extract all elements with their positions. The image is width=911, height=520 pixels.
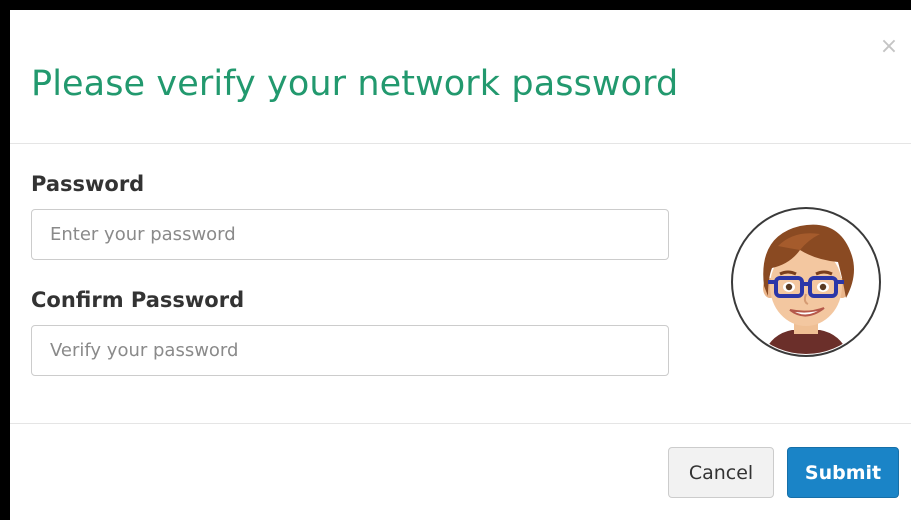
password-input[interactable] <box>31 209 669 260</box>
avatar <box>731 207 881 357</box>
password-verify-modal: × Please verify your network password Pa… <box>10 10 911 520</box>
close-icon[interactable]: × <box>878 36 900 58</box>
footer-divider <box>10 423 911 424</box>
confirm-password-label: Confirm Password <box>31 288 245 312</box>
password-label: Password <box>31 172 145 196</box>
cancel-button[interactable]: Cancel <box>668 447 774 498</box>
confirm-password-input[interactable] <box>31 325 669 376</box>
modal-title: Please verify your network password <box>31 64 679 104</box>
header-divider <box>10 143 911 144</box>
submit-button[interactable]: Submit <box>787 447 899 498</box>
